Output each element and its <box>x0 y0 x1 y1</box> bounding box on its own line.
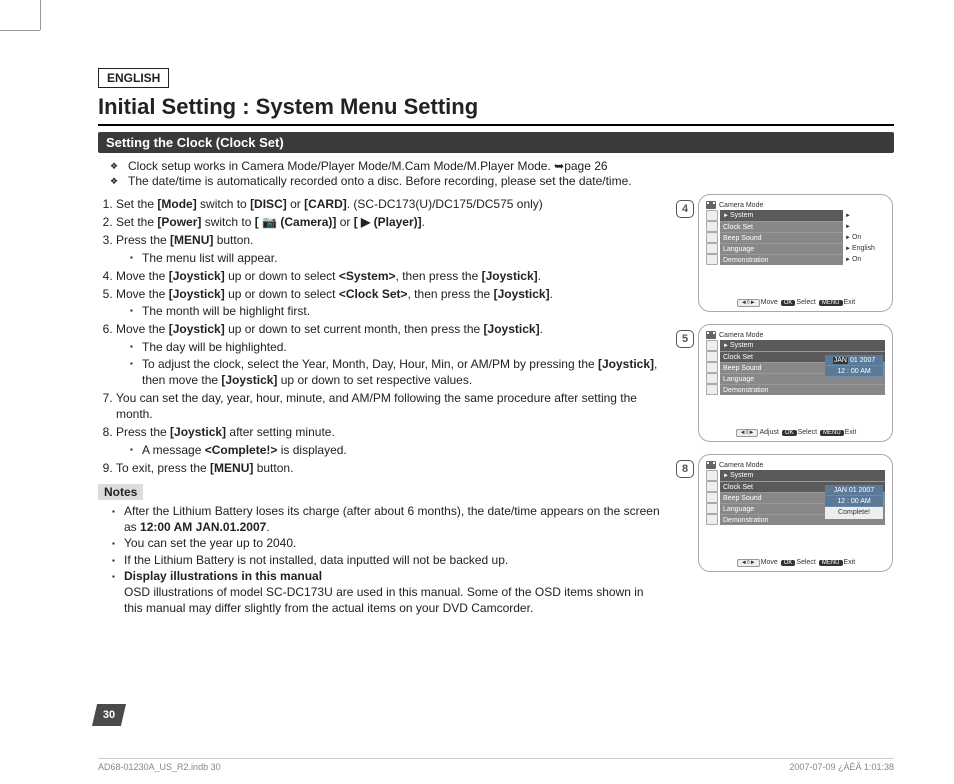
step-sub: To adjust the clock, select the Year, Mo… <box>130 356 662 388</box>
step-1: Set the [Mode] switch to [DISC] or [CARD… <box>116 196 662 212</box>
steps-list: Set the [Mode] switch to [DISC] or [CARD… <box>98 196 662 476</box>
arrows-icon: ◄◊► <box>736 429 759 437</box>
menu-icon <box>706 373 718 384</box>
step-9: To exit, press the [MENU] button. <box>116 460 662 476</box>
menu-icon <box>706 492 718 503</box>
osd-screen-8: Camera Mode System Clock Set Beep Sound … <box>698 454 893 572</box>
step-3: Press the [MENU] button. The menu list w… <box>116 232 662 265</box>
menu-icon <box>706 221 718 232</box>
mode-label: Camera Mode <box>719 332 763 339</box>
osd-footer: ◄◊►Adjust OKSelect MENUExit <box>699 429 892 436</box>
menu-icon <box>706 340 718 351</box>
arrows-icon: ◄◊► <box>737 299 760 307</box>
complete-message: Complete! <box>825 507 883 519</box>
step-badge-8: 8 <box>676 460 694 478</box>
footer-right: 2007-07-09 ¿ÀÈÄ 1:01:38 <box>789 762 894 772</box>
menu-value: English <box>845 243 885 254</box>
page-title: Initial Setting : System Menu Setting <box>98 94 894 126</box>
osd-screen-5: Camera Mode System Clock Set Beep Sound … <box>698 324 893 442</box>
notes-heading: Notes <box>98 484 143 500</box>
osd-footer: ◄◊►Move OKSelect MENUExit <box>699 559 892 566</box>
section-heading: Setting the Clock (Clock Set) <box>98 132 894 153</box>
menu-system-row: System <box>720 340 885 351</box>
note-item: If the Lithium Battery is not installed,… <box>112 553 662 569</box>
film-icon <box>706 461 716 469</box>
ok-pill: OK <box>781 300 796 306</box>
menu-icon <box>706 470 718 481</box>
step-4: Move the [Joystick] up or down to select… <box>116 268 662 284</box>
time-row: 12 : 00 AM <box>825 496 883 507</box>
menu-value: On <box>845 254 885 265</box>
menu-item-row: Beep Sound <box>720 232 843 243</box>
menu-icon <box>706 210 718 221</box>
osd-footer: ◄◊►Move OKSelect MENUExit <box>699 299 892 306</box>
mode-label: Camera Mode <box>719 462 763 469</box>
step-7: You can set the day, year, hour, minute,… <box>116 390 662 422</box>
page-number-badge: 30 <box>92 704 126 726</box>
date-row: JAN 01 2007 <box>825 485 883 496</box>
menu-icon <box>706 232 718 243</box>
menu-icon <box>706 481 718 492</box>
step-8: Press the [Joystick] after setting minut… <box>116 424 662 457</box>
intro-item: The date/time is automatically recorded … <box>116 174 894 188</box>
menu-icon <box>706 514 718 525</box>
ok-pill: OK <box>782 430 797 436</box>
menu-system-row: System <box>720 210 843 221</box>
date-box: JAN 01 2007 12 : 00 AM Complete! <box>825 485 883 519</box>
menu-icon <box>706 503 718 514</box>
menu-item-row: Demonstration <box>720 254 843 265</box>
menu-system-row: System <box>720 470 885 481</box>
menu-icon <box>706 384 718 395</box>
step-sub: The month will be highlight first. <box>130 303 662 319</box>
intro-item: Clock setup works in Camera Mode/Player … <box>116 159 894 173</box>
note-item: Display illustrations in this manualOSD … <box>112 569 662 616</box>
language-tag: ENGLISH <box>98 68 169 88</box>
menu-icon <box>706 351 718 362</box>
intro-list: Clock setup works in Camera Mode/Player … <box>116 159 894 188</box>
month-highlight: JAN <box>833 357 848 364</box>
page-footer-meta: AD68-01230A_US_R2.indb 30 2007-07-09 ¿ÀÈ… <box>98 758 894 772</box>
film-icon <box>706 331 716 339</box>
note-item: You can set the year up to 2040. <box>112 536 662 552</box>
step-sub: A message <Complete!> is displayed. <box>130 442 662 458</box>
step-5: Move the [Joystick] up or down to select… <box>116 286 662 319</box>
osd-screen-4: Camera Mode System Clock Set Beep Sound … <box>698 194 893 312</box>
menu-icon <box>706 243 718 254</box>
arrows-icon: ◄◊► <box>737 559 760 567</box>
menu-pill: MENU <box>820 430 844 436</box>
menu-pill: MENU <box>819 560 843 566</box>
date-box: JAN 01 2007 12 : 00 AM <box>825 355 883 377</box>
step-6: Move the [Joystick] up or down to set cu… <box>116 321 662 388</box>
film-icon <box>706 201 716 209</box>
menu-pill: MENU <box>819 300 843 306</box>
step-2: Set the [Power] switch to [ 📷 (Camera)] … <box>116 214 662 230</box>
notes-list: After the Lithium Battery loses its char… <box>112 504 662 616</box>
ok-pill: OK <box>781 560 796 566</box>
menu-icon <box>706 362 718 373</box>
menu-item-row: Language <box>720 243 843 254</box>
menu-value: On <box>845 232 885 243</box>
step-sub: The day will be highlighted. <box>130 339 662 355</box>
note-item: After the Lithium Battery loses its char… <box>112 504 662 535</box>
menu-item-row: Demonstration <box>720 384 885 395</box>
footer-left: AD68-01230A_US_R2.indb 30 <box>98 762 221 772</box>
step-badge-4: 4 <box>676 200 694 218</box>
menu-icon <box>706 254 718 265</box>
mode-label: Camera Mode <box>719 202 763 209</box>
menu-item-row: Clock Set <box>720 221 843 232</box>
time-row: 12 : 00 AM <box>825 366 883 377</box>
step-sub: The menu list will appear. <box>130 250 662 266</box>
step-badge-5: 5 <box>676 330 694 348</box>
